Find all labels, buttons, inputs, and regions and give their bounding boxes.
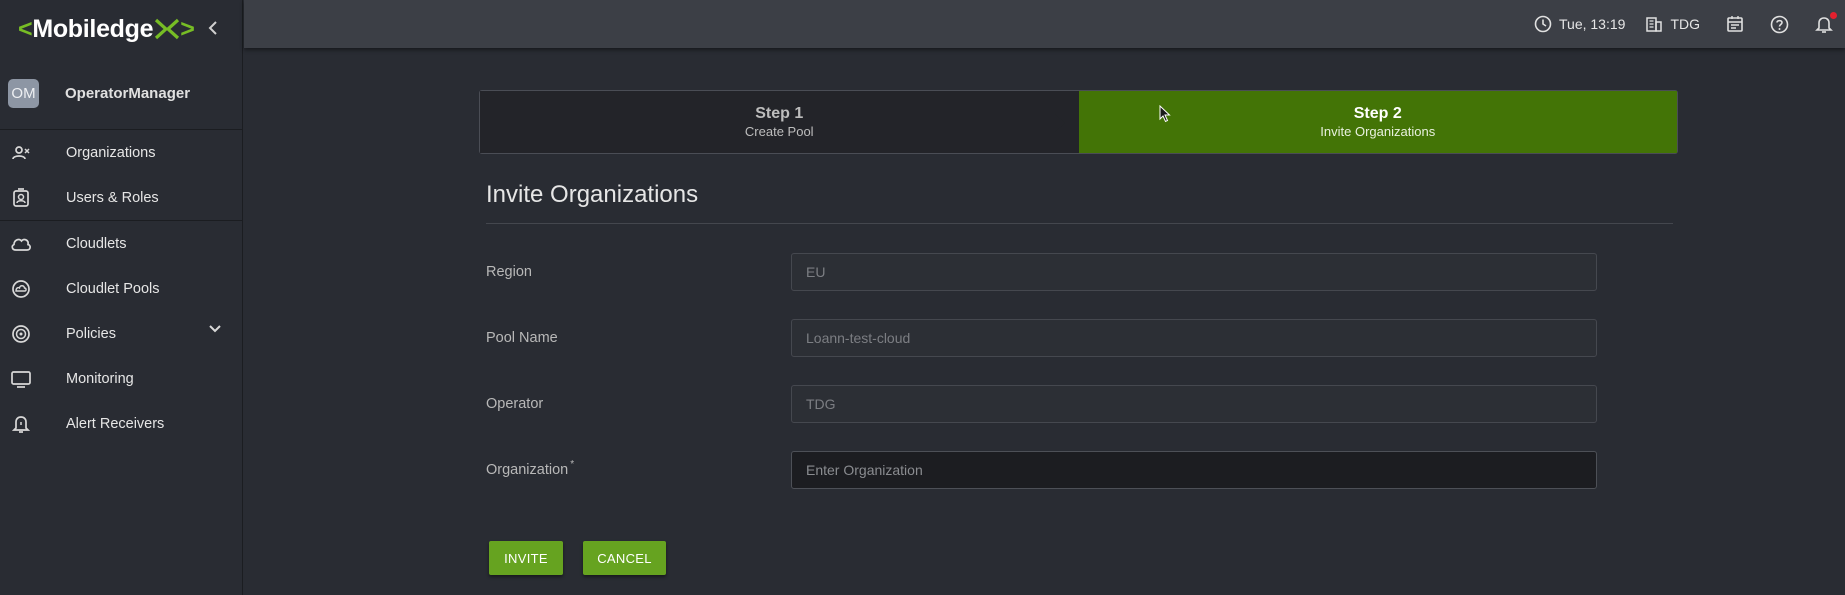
sidebar-item-organizations[interactable]: Organizations (0, 130, 242, 175)
stepper: Step 1 Create Pool Step 2 Invite Organiz… (479, 90, 1678, 154)
notification-badge (1830, 11, 1837, 19)
pool-name-row: Pool Name Loann-test-cloud (486, 319, 1606, 357)
organizations-icon (10, 142, 32, 164)
region-field: EU (791, 253, 1597, 291)
page-title: Invite Organizations (486, 181, 699, 208)
calendar-button[interactable] (1726, 15, 1744, 33)
collapse-sidebar-button[interactable] (204, 18, 222, 38)
invite-button[interactable]: INVITE (489, 541, 563, 575)
brand-bar: < Mobiledge > (0, 0, 242, 58)
cloud-icon (10, 233, 32, 255)
required-mark: * (570, 459, 575, 470)
users-roles-icon (10, 187, 32, 209)
clock-display: Tue, 13:19 (1534, 15, 1625, 33)
region-row: Region EU (486, 253, 1606, 291)
sidebar: < Mobiledge > OM OperatorManager Organizat… (0, 0, 243, 595)
step-arrow (1055, 114, 1065, 132)
chevron-down-icon (209, 325, 221, 333)
region-label: Region (486, 264, 532, 280)
help-icon (1770, 15, 1789, 33)
mobiledgex-logo[interactable]: < Mobiledge > (18, 15, 195, 44)
sidebar-item-users-roles[interactable]: Users & Roles (0, 175, 242, 220)
avatar: OM (8, 79, 39, 108)
clock-icon (1534, 15, 1552, 33)
divider (486, 223, 1673, 224)
organization-row: Organization * (486, 451, 1606, 489)
user-profile[interactable]: OM OperatorManager (0, 58, 242, 130)
operator-field: TDG (791, 385, 1597, 423)
main-content: Step 1 Create Pool Step 2 Invite Organiz… (244, 48, 1845, 595)
organization-selector[interactable]: TDG (1645, 15, 1700, 33)
top-header: Tue, 13:19 TDG (244, 0, 1845, 48)
sidebar-item-monitoring[interactable]: Monitoring (0, 356, 242, 401)
operator-label: Operator (486, 396, 544, 412)
step-1: Step 1 Create Pool (480, 91, 1079, 153)
nav-group-accounts: Organizations Users & Roles (0, 130, 242, 221)
alert-bell-icon (10, 413, 32, 435)
username: OperatorManager (65, 85, 191, 102)
notifications-button[interactable] (1815, 11, 1837, 34)
sidebar-item-cloudlet-pools[interactable]: Cloudlet Pools (0, 266, 242, 311)
chevron-left-icon (208, 21, 217, 35)
organization-input[interactable] (791, 451, 1597, 489)
sidebar-item-policies[interactable]: Policies (0, 311, 242, 356)
cancel-button[interactable]: CANCEL (583, 541, 666, 575)
pool-name-field: Loann-test-cloud (791, 319, 1597, 357)
operator-row: Operator TDG (486, 385, 1606, 423)
mouse-cursor-icon (1159, 105, 1171, 123)
policies-icon (10, 323, 32, 345)
sidebar-item-alert-receivers[interactable]: Alert Receivers (0, 401, 242, 446)
building-icon (1646, 17, 1663, 32)
calendar-icon (1727, 16, 1743, 32)
sidebar-item-cloudlets[interactable]: Cloudlets (0, 221, 242, 266)
cloudlet-pool-icon (10, 278, 32, 300)
organization-label: Organization * (486, 459, 575, 478)
nav-group-operator: Cloudlets Cloudlet Pools Policies Monito… (0, 221, 242, 446)
monitor-icon (10, 368, 32, 390)
help-button[interactable] (1770, 15, 1789, 34)
pool-name-label: Pool Name (486, 330, 558, 346)
